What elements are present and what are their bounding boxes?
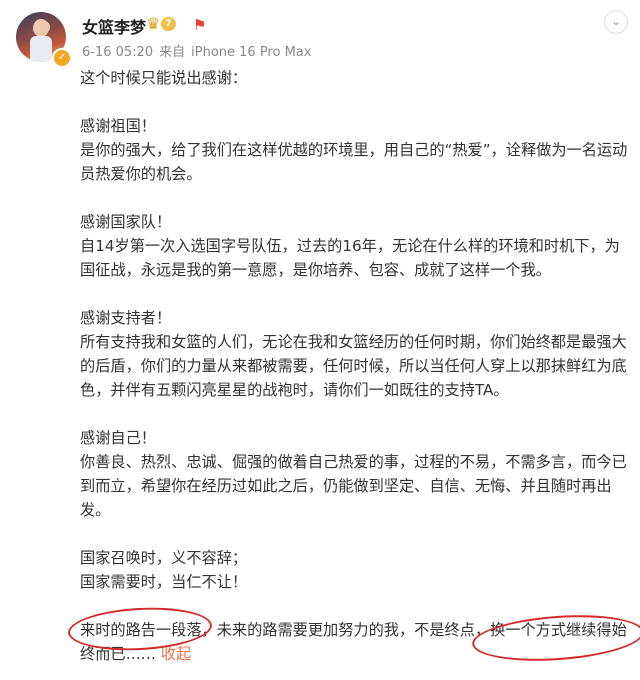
section-title: 感谢祖国！ xyxy=(80,117,156,135)
post-line: 的后盾，你们的力量从来都被需要，任何时候，所以当任何人穿上以那抹鲜红为底 xyxy=(80,357,627,375)
source-prefix: 来自 xyxy=(159,45,186,60)
collapse-link[interactable]: 收起 xyxy=(161,645,191,663)
post-line: 到而立，希望你在经历过如此之后，仍能做到坚定、自信、无悔、并且随时再出 xyxy=(80,477,612,495)
device-name: iPhone 16 Pro Max xyxy=(191,45,312,60)
post-content: 这个时候只能说出感谢： 感谢祖国！ 是你的强大，给了我们在这样优越的环境里，用自… xyxy=(80,66,632,666)
post-line: 你善良、热烈、忠诚、倔强的做着自己热爱的事，过程的不易，不需多言，而今已 xyxy=(80,453,627,471)
section-title: 感谢国家队！ xyxy=(80,213,172,231)
post-line: 自14岁第一次入选国字号队伍，过去的16年，无论在什么样的环境和时机下，为 xyxy=(80,237,620,255)
section-title: 感谢自己！ xyxy=(80,429,156,447)
post-meta: 6-16 05:20 来自 iPhone 16 Pro Max xyxy=(82,41,317,60)
more-options-button[interactable]: ⌄ xyxy=(604,10,628,34)
post-line: 发。 xyxy=(80,501,111,519)
username[interactable]: 女篮李梦 xyxy=(82,14,146,38)
post-intro: 这个时候只能说出感谢： xyxy=(80,69,248,87)
vip-badge[interactable]: ♛ 7 xyxy=(146,15,182,33)
vip-level: 7 xyxy=(161,17,176,31)
chevron-down-icon: ⌄ xyxy=(610,14,622,28)
avatar-head-shape xyxy=(33,19,49,37)
post-line: 国家召唤时，义不容辞； xyxy=(80,549,248,567)
section-title: 感谢支持者！ xyxy=(80,309,172,327)
verified-badge-icon: ✓ xyxy=(52,48,72,68)
post-line: 国家需要时，当仁不让！ xyxy=(80,573,248,591)
post-line: 国征战，永远是我的第一意愿，是你培养、包容、成就了这样一个我。 xyxy=(80,261,551,279)
post-header: ✓ 女篮李梦 ♛ 7 ⚑ 6-16 05:20 来自 iPhone 16 Pro M… xyxy=(0,0,640,68)
post-line: 员热爱你的机会。 xyxy=(80,165,202,183)
post-line: 是你的强大，给了我们在这样优越的环境里，用自己的“热爱”，诠释做为一名运动 xyxy=(80,141,628,159)
red-flag-icon: ⚑ xyxy=(193,16,207,34)
post-line: 所有支持我和女篮的人们，无论在我和女篮经历的任何时期，你们始终都是最强大 xyxy=(80,333,627,351)
post-line: 色，并伴有五颗闪亮星星的战袍时，请你们一如既往的支持TA。 xyxy=(80,381,509,399)
avatar-jersey-shape xyxy=(30,36,52,62)
post-date: 6-16 05:20 xyxy=(82,45,154,60)
crown-icon: ♛ xyxy=(146,14,161,33)
